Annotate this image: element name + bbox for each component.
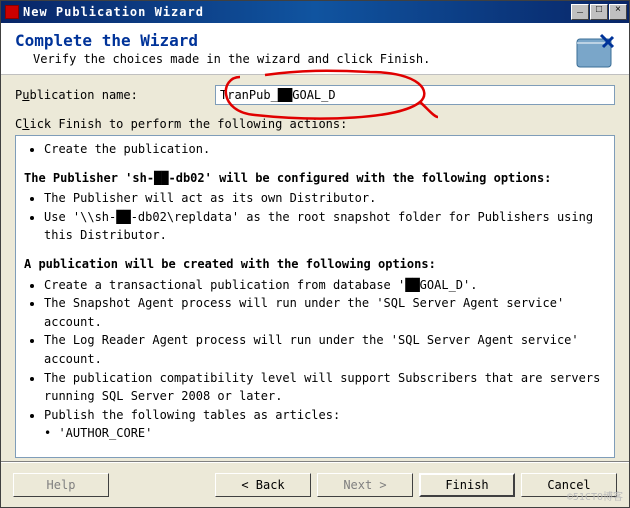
titlebar: New Publication Wizard _ □ × (1, 1, 629, 23)
wizard-footer: Help < Back Next > Finish Cancel (1, 462, 629, 507)
actions-label: Click Finish to perform the following ac… (15, 117, 615, 131)
list-item: Use '\\sh-██-db02\repldata' as the root … (44, 208, 606, 245)
app-icon (5, 5, 19, 19)
watermark: ©51CTO博客 (567, 488, 623, 503)
publication-name-input[interactable] (215, 85, 615, 105)
list-item: Create a transactional publication from … (44, 276, 606, 295)
window-controls: _ □ × (571, 4, 627, 20)
list-item: 'AUTHOR_CORE' (58, 424, 606, 443)
page-subtitle: Verify the choices made in the wizard an… (33, 52, 615, 66)
wizard-header: Complete the Wizard Verify the choices m… (1, 23, 629, 75)
list-item: The publication compatibility level will… (44, 369, 606, 406)
publication-name-label: Publication name: (15, 88, 215, 102)
list-item: The Snapshot Agent process will run unde… (44, 294, 606, 331)
help-button[interactable]: Help (13, 473, 109, 497)
book-icon (571, 29, 619, 77)
list-item: Create the publication. (44, 140, 606, 159)
maximize-button[interactable]: □ (590, 4, 608, 20)
close-button[interactable]: × (609, 4, 627, 20)
summary-box[interactable]: Create the publication. The Publisher 's… (15, 135, 615, 458)
list-item: The Log Reader Agent process will run un… (44, 331, 606, 368)
list-item: Publish the following tables as articles… (44, 406, 606, 425)
finish-button[interactable]: Finish (419, 473, 515, 497)
publication-name-row: Publication name: (15, 85, 615, 105)
page-title: Complete the Wizard (15, 31, 615, 50)
window-title: New Publication Wizard (23, 5, 571, 19)
section-title: A publication will be created with the f… (24, 255, 606, 274)
section-title: The Publisher 'sh-██-db02' will be confi… (24, 169, 606, 188)
next-button[interactable]: Next > (317, 473, 413, 497)
back-button[interactable]: < Back (215, 473, 311, 497)
wizard-window: New Publication Wizard _ □ × Complete th… (0, 0, 630, 508)
list-item: The Publisher will act as its own Distri… (44, 189, 606, 208)
wizard-body: Publication name: Click Finish to perfor… (1, 75, 629, 462)
minimize-button[interactable]: _ (571, 4, 589, 20)
